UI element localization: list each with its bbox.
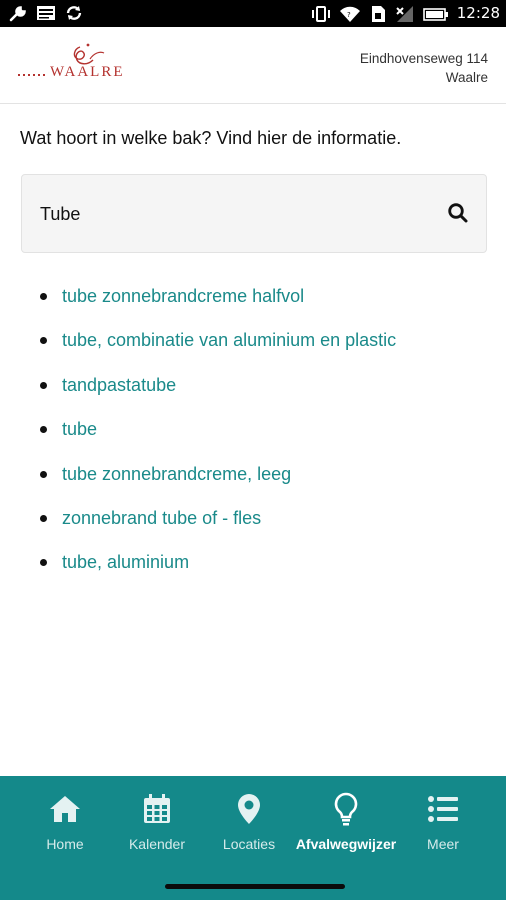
- bullet: [40, 293, 47, 300]
- search-icon: [447, 202, 469, 229]
- location-pin-icon: [237, 793, 261, 830]
- wrench-icon: [8, 4, 28, 22]
- result-link[interactable]: zonnebrand tube of - fles: [62, 508, 261, 528]
- nav-locations[interactable]: Locaties: [203, 793, 295, 852]
- list-item: tube, aluminium: [40, 548, 396, 592]
- results-list: tube zonnebrandcreme halfvol tube, combi…: [40, 282, 396, 593]
- sim-icon: [369, 5, 387, 23]
- bullet: [40, 514, 47, 522]
- nav-more-label: Meer: [427, 836, 459, 852]
- list-icon: [427, 795, 459, 828]
- bullet: [40, 426, 47, 434]
- nav-locations-label: Locaties: [222, 836, 276, 852]
- gesture-bar[interactable]: [165, 884, 345, 889]
- lightbulb-icon: [333, 792, 359, 831]
- nav-waste-guide[interactable]: Afvalwegwijzer: [295, 792, 397, 852]
- bullet: [40, 381, 47, 389]
- nav-home-label: Home: [46, 836, 84, 852]
- list-item: tube zonnebrandcreme halfvol: [40, 282, 396, 326]
- address-street: Eindhovenseweg 114: [359, 51, 488, 66]
- result-link[interactable]: tandpastatube: [62, 375, 176, 395]
- search-input[interactable]: Tube: [40, 204, 80, 225]
- result-link[interactable]: tube, combinatie van aluminium en plasti…: [62, 330, 396, 350]
- bullet: [40, 470, 47, 478]
- status-bar: ? 12:28: [0, 0, 506, 27]
- bullet: [40, 559, 47, 567]
- nav-more[interactable]: Meer: [397, 794, 489, 852]
- nav-home[interactable]: Home: [19, 794, 111, 852]
- wifi-icon: ?: [339, 5, 361, 23]
- svg-text:?: ?: [347, 11, 351, 19]
- bottom-navigation: Home Kalender Locaties Afvalwegwijzer Me…: [0, 776, 506, 900]
- list-item: tandpastatube: [40, 371, 396, 415]
- result-link[interactable]: tube zonnebrandcreme halfvol: [62, 286, 304, 306]
- address: Eindhovenseweg 114 Waalre: [360, 49, 488, 87]
- bullet: [40, 337, 47, 345]
- home-icon: [48, 794, 82, 829]
- logo-wordmark: WAALRE: [50, 64, 125, 80]
- image-icon: [36, 4, 56, 22]
- nav-calendar-label: Kalender: [128, 836, 186, 852]
- list-item: tube, combinatie van aluminium en plasti…: [40, 326, 396, 370]
- list-item: zonnebrand tube of - fles: [40, 504, 396, 548]
- calendar-icon: [143, 793, 171, 829]
- nav-waste-guide-label: Afvalwegwijzer: [295, 836, 397, 852]
- search-field[interactable]: Tube: [21, 174, 487, 253]
- no-signal-icon: [395, 5, 415, 23]
- address-city: Waalre: [445, 70, 488, 85]
- status-time: 12:28: [456, 4, 500, 22]
- intro-text: Wat hoort in welke bak? Vind hier de inf…: [20, 128, 402, 148]
- nav-calendar[interactable]: Kalender: [111, 793, 203, 852]
- list-item: tube zonnebrandcreme, leeg: [40, 460, 396, 504]
- result-link[interactable]: tube, aluminium: [62, 552, 189, 572]
- vibrate-icon: [311, 5, 331, 23]
- battery-icon: [422, 5, 449, 23]
- result-link[interactable]: tube: [62, 419, 97, 439]
- search-button[interactable]: [444, 201, 472, 229]
- sync-icon: [64, 4, 84, 22]
- list-item: tube: [40, 415, 396, 459]
- result-link[interactable]: tube zonnebrandcreme, leeg: [62, 464, 291, 484]
